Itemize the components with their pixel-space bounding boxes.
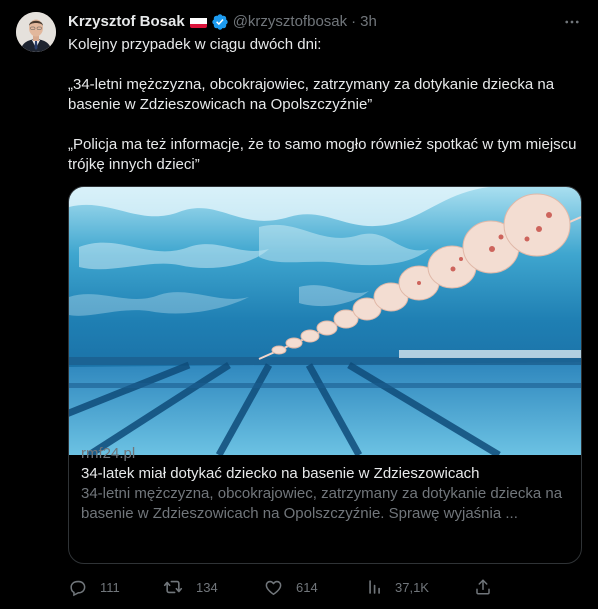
tweet-timestamp[interactable]: 3h — [360, 12, 377, 32]
swimming-pool-photo[interactable] — [69, 187, 581, 455]
like-count: 614 — [296, 579, 318, 595]
separator-dot: · — [351, 13, 357, 30]
reply-count: 111 — [100, 579, 120, 595]
reply-icon — [68, 578, 87, 597]
card-meta: rmf24.pl 34-latek miał dotykać dziecko n… — [81, 444, 569, 524]
tweet-quote: „34-letni mężczyzna, obcokrajowiec, zatr… — [68, 76, 555, 113]
author-name[interactable]: Krzysztof Bosak — [68, 12, 185, 32]
retweet-count: 134 — [196, 579, 218, 595]
retweet-button[interactable]: 134 — [163, 577, 218, 597]
share-icon — [474, 578, 492, 596]
link-card[interactable]: rmf24.pl 34-latek miał dotykać dziecko n… — [68, 186, 582, 564]
avatar-image — [16, 12, 56, 52]
author-handle[interactable]: @krzysztofbosak — [233, 12, 347, 32]
like-button[interactable]: 614 — [264, 577, 318, 597]
poland-flag-icon — [189, 16, 207, 28]
reply-button[interactable]: 111 — [68, 577, 120, 597]
card-domain: rmf24.pl — [81, 445, 136, 462]
card-title[interactable]: 34-latek miał dotykać dziecko na basenie… — [81, 464, 569, 484]
share-button[interactable] — [474, 577, 492, 597]
views-button[interactable]: 37,1K — [367, 577, 429, 597]
card-description: 34-letni mężczyzna, obcokrajowiec, zatrz… — [81, 485, 563, 522]
views-count: 37,1K — [395, 579, 429, 595]
retweet-icon — [163, 577, 183, 597]
verified-badge-icon[interactable] — [211, 13, 229, 31]
tweet-quote: „Policja ma też informacje, że to samo m… — [68, 136, 577, 173]
views-icon — [367, 578, 385, 596]
action-bar: 111 134 614 37,1K — [68, 577, 498, 597]
heart-icon — [264, 578, 283, 597]
tweet-text: Kolejny przypadek w ciągu dwóch dni: „34… — [68, 35, 578, 175]
tweet[interactable]: Krzysztof Bosak @krzysztofbosak · 3h Kol… — [0, 0, 598, 609]
tweet-header: Krzysztof Bosak @krzysztofbosak · 3h — [68, 12, 582, 32]
tweet-line: Kolejny przypadek w ciągu dwóch dni: — [68, 36, 322, 53]
more-options-icon[interactable] — [562, 12, 582, 32]
avatar[interactable] — [16, 12, 56, 52]
